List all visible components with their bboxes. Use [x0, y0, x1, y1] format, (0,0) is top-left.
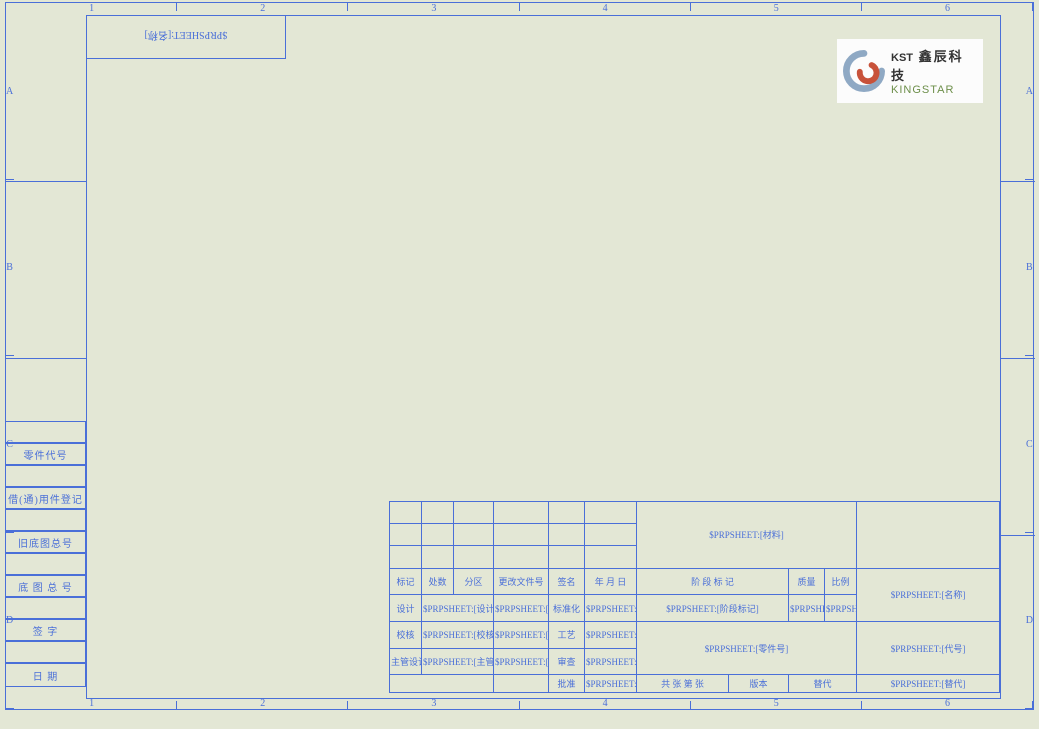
zone-divider — [6, 181, 86, 182]
hdr-date: 年 月 日 — [585, 568, 637, 595]
hdr-stage: 阶 段 标 记 — [637, 568, 789, 595]
val-chief: $PRPSHEET:[主管设计] — [422, 648, 494, 675]
val-review: $PRPSHEET:[审查] — [585, 648, 637, 675]
hdr-mass: 质量 — [789, 568, 825, 595]
zone-divider — [1001, 358, 1035, 359]
val-check: $PRPSHEET:[校核] — [422, 621, 494, 648]
lbl-std: 标准化 — [549, 595, 585, 622]
label-borrow-reg: 借(通)用件登记 — [6, 487, 86, 509]
val-chief-date: $PRPSHEET:[主管设计日期] — [494, 648, 549, 675]
left-blank — [6, 509, 86, 531]
val-proc: $PRPSHEET:[工艺] — [585, 621, 637, 648]
ruler-tick: 1 — [6, 698, 177, 709]
val-stage: $PRPSHEET:[阶段标记] — [637, 595, 789, 622]
ruler-tick: 5 — [691, 698, 862, 709]
logo-swirl-icon — [843, 50, 885, 92]
logo-text: KST 鑫辰科技 KINGSTAR — [891, 46, 977, 96]
ruler-tick: A — [6, 3, 13, 180]
ruler-tick: 5 — [691, 3, 862, 14]
zone-divider — [1001, 181, 1035, 182]
zone-divider — [6, 358, 86, 359]
ruler-tick: B — [1026, 180, 1033, 357]
ruler-tick: 4 — [520, 698, 691, 709]
val-design-date: $PRPSHEET:[设计日期] — [494, 595, 549, 622]
left-blank — [6, 553, 86, 575]
label-date: 日 期 — [6, 663, 86, 687]
val-replace: $PRPSHEET:[替代] — [857, 675, 1000, 693]
val-scale: $PRPSHEET:[比例] — [825, 595, 857, 622]
logo-kst: KST — [891, 52, 913, 64]
hdr-docno: 更改文件号 — [494, 568, 549, 595]
hdr-mark: 标记 — [390, 568, 422, 595]
lbl-review: 审查 — [549, 648, 585, 675]
lbl-ver: 版本 — [729, 675, 789, 693]
ruler-right: A B C D — [1026, 3, 1033, 709]
material-field: $PRPSHEET:[材料] — [637, 502, 857, 569]
left-blank — [6, 641, 86, 663]
ruler-tick: 3 — [348, 698, 519, 709]
drawing-frame: 1 2 3 4 5 6 1 2 3 4 5 6 A B C D A B C D … — [5, 2, 1034, 710]
ruler-tick: 3 — [348, 3, 519, 14]
ruler-tick: 2 — [177, 3, 348, 14]
ruler-tick: 2 — [177, 698, 348, 709]
left-blank — [6, 465, 86, 487]
label-drawing-no: 底 图 总 号 — [6, 575, 86, 597]
logo-en: KINGSTAR — [891, 84, 977, 96]
val-check-date: $PRPSHEET:[校核日期] — [494, 621, 549, 648]
hdr-sign: 签名 — [549, 568, 585, 595]
lbl-check: 校核 — [390, 621, 422, 648]
val-partno: $PRPSHEET:[零件号] — [637, 621, 857, 674]
val-approve: $PRPSHEET:[批准] — [585, 675, 637, 693]
ruler-top: 1 2 3 4 5 6 — [6, 3, 1033, 14]
name-field: $PRPSHEET:[名称] — [857, 568, 1000, 621]
ruler-tick: 1 — [6, 3, 177, 14]
ruler-tick: D — [1026, 533, 1033, 710]
hdr-qty: 处数 — [422, 568, 454, 595]
label-signature: 签 字 — [6, 619, 86, 641]
hdr-scale: 比例 — [825, 568, 857, 595]
val-design: $PRPSHEET:[设计] — [422, 595, 494, 622]
val-std: $PRPSHEET:[标准化] — [585, 595, 637, 622]
val-mass: $PRPSHEET:[质量] — [789, 595, 825, 622]
hdr-zone: 分区 — [454, 568, 494, 595]
lbl-chief: 主管设计 — [390, 648, 422, 675]
zone-divider — [1001, 535, 1035, 536]
label-part-code: 零件代号 — [6, 443, 86, 465]
lbl-sheet: 共 张 第 张 — [637, 675, 729, 693]
ruler-tick: C — [1026, 356, 1033, 533]
left-blank — [6, 421, 86, 443]
ruler-tick: 6 — [862, 3, 1033, 14]
lbl-design: 设计 — [390, 595, 422, 622]
lbl-approve: 批准 — [549, 675, 585, 693]
mirrored-name-field: $PRPSHEET:[名称] — [145, 30, 228, 45]
val-code: $PRPSHEET:[代号] — [857, 621, 1000, 674]
title-mirrored-box: $PRPSHEET:[名称] — [86, 15, 286, 59]
ruler-bottom: 1 2 3 4 5 6 — [6, 698, 1033, 709]
lbl-replace: 替代 — [789, 675, 857, 693]
left-blank — [6, 597, 86, 619]
company-logo: KST 鑫辰科技 KINGSTAR — [837, 39, 983, 103]
blank-right — [857, 502, 1000, 569]
ruler-tick: 4 — [520, 3, 691, 14]
ruler-tick: 6 — [862, 698, 1033, 709]
title-block: $PRPSHEET:[材料] 标记 处数 分区 更改文件号 签名 年 月 日 阶… — [389, 501, 999, 693]
label-old-drawing-no: 旧底图总号 — [6, 531, 86, 553]
ruler-tick: A — [1026, 3, 1033, 180]
lbl-proc: 工艺 — [549, 621, 585, 648]
ruler-tick: B — [6, 180, 13, 357]
